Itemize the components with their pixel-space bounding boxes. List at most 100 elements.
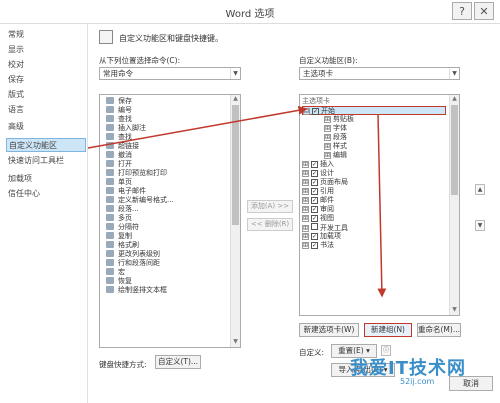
list-item[interactable]: 保存 bbox=[100, 97, 240, 106]
list-item[interactable]: 单页 bbox=[100, 178, 240, 187]
nav-item-language[interactable]: 语言 bbox=[8, 103, 24, 117]
tree-node-mailings[interactable]: ⊞ ✓ 邮件 bbox=[302, 196, 459, 205]
list-item[interactable]: 编号 bbox=[100, 106, 240, 115]
expand-icon[interactable]: ⊞ bbox=[324, 152, 331, 159]
expand-icon[interactable]: ⊞ bbox=[324, 143, 331, 150]
nav-item-general[interactable]: 常规 bbox=[8, 28, 24, 42]
ribbon-tree-scrollbar[interactable]: ▲ ▼ bbox=[449, 95, 459, 315]
checkbox-checked-icon[interactable]: ✓ bbox=[311, 188, 318, 195]
list-item[interactable]: 电子邮件 bbox=[100, 187, 240, 196]
move-down-icon[interactable]: ▼ bbox=[475, 220, 485, 231]
expand-icon[interactable]: ⊞ bbox=[324, 134, 331, 141]
list-item[interactable]: 超链接 bbox=[100, 142, 240, 151]
choose-commands-combo[interactable]: 常用命令 ▼ bbox=[99, 67, 241, 80]
checkbox-checked-icon[interactable]: ✓ bbox=[312, 108, 319, 115]
scroll-thumb[interactable] bbox=[232, 105, 239, 225]
nav-item-addins[interactable]: 加载项 bbox=[8, 172, 32, 186]
list-item[interactable]: 复制 bbox=[100, 232, 240, 241]
tree-node-design[interactable]: ⊞ ✓ 设计 bbox=[302, 169, 459, 178]
expand-icon[interactable]: ⊞ bbox=[302, 197, 309, 204]
checkbox-checked-icon[interactable]: ✓ bbox=[311, 179, 318, 186]
expand-icon[interactable]: ⊞ bbox=[302, 188, 309, 195]
scroll-down-icon[interactable]: ▼ bbox=[450, 306, 459, 315]
nav-item-display[interactable]: 显示 bbox=[8, 43, 24, 57]
add-button[interactable]: 添加(A) >> bbox=[247, 200, 293, 213]
tree-node-view[interactable]: ⊞ ✓ 视图 bbox=[302, 214, 459, 223]
scroll-down-icon[interactable]: ▼ bbox=[231, 338, 240, 347]
close-button[interactable]: ✕ bbox=[474, 2, 494, 20]
list-item[interactable]: 行和段落间距 bbox=[100, 259, 240, 268]
tree-node-developer[interactable]: ⊞ 开发工具 bbox=[302, 223, 459, 232]
commands-list[interactable]: 保存 编号 查找 插入脚注 查找 超链接 撤消 打开 打印预览和打印 单页 电子… bbox=[99, 94, 241, 348]
tree-node-addins[interactable]: ⊞ ✓ 加载项 bbox=[302, 232, 459, 241]
checkbox-checked-icon[interactable]: ✓ bbox=[311, 215, 318, 222]
ribbon-tabs-combo[interactable]: 主选项卡 ▼ bbox=[299, 67, 460, 80]
expand-icon[interactable]: ⊞ bbox=[302, 215, 309, 222]
tree-node-paragraph[interactable]: ⊞ 段落 bbox=[302, 133, 459, 142]
expand-icon[interactable]: ⊞ bbox=[302, 179, 309, 186]
expand-icon[interactable]: ⊞ bbox=[302, 206, 309, 213]
checkbox-unchecked-icon[interactable] bbox=[311, 223, 318, 230]
nav-item-save[interactable]: 保存 bbox=[8, 73, 24, 87]
expand-icon[interactable]: ⊞ bbox=[324, 116, 331, 123]
scroll-up-icon[interactable]: ▲ bbox=[231, 95, 240, 104]
list-item[interactable]: 宏 bbox=[100, 268, 240, 277]
checkbox-checked-icon[interactable]: ✓ bbox=[311, 170, 318, 177]
new-tab-button[interactable]: 新建选项卡(W) bbox=[299, 323, 359, 337]
help-button[interactable]: ? bbox=[452, 2, 472, 20]
rename-button[interactable]: 重命名(M)... bbox=[417, 323, 461, 337]
nav-item-trust-center[interactable]: 信任中心 bbox=[8, 187, 40, 201]
expand-icon[interactable]: ⊞ bbox=[302, 170, 309, 177]
nav-item-quick-access[interactable]: 快速访问工具栏 bbox=[8, 154, 64, 168]
nav-item-customize-ribbon[interactable]: 自定义功能区 bbox=[6, 138, 86, 152]
nav-item-proofing[interactable]: 校对 bbox=[8, 58, 24, 72]
customize-keyboard-button[interactable]: 自定义(T)... bbox=[155, 355, 201, 369]
expand-icon[interactable]: ⊞ bbox=[324, 125, 331, 132]
checkbox-checked-icon[interactable]: ✓ bbox=[311, 161, 318, 168]
tree-node-calligraphy[interactable]: ⊞ ✓ 书法 bbox=[302, 241, 459, 250]
tree-node-insert[interactable]: ⊞ ✓ 插入 bbox=[302, 160, 459, 169]
list-item[interactable]: 分隔符 bbox=[100, 223, 240, 232]
nav-item-advanced[interactable]: 高级 bbox=[8, 120, 24, 134]
list-item[interactable]: 撤消 bbox=[100, 151, 240, 160]
remove-button[interactable]: << 删除(R) bbox=[247, 218, 293, 231]
list-item[interactable]: 定义新编号格式... bbox=[100, 196, 240, 205]
tree-node-clipboard[interactable]: ⊞ 剪贴板 bbox=[302, 115, 459, 124]
tree-node-font[interactable]: ⊞ 字体 bbox=[302, 124, 459, 133]
list-item[interactable]: 段落... bbox=[100, 205, 240, 214]
tree-node-references[interactable]: ⊞ ✓ 引用 bbox=[302, 187, 459, 196]
scroll-up-icon[interactable]: ▲ bbox=[450, 95, 459, 104]
list-item[interactable]: 查找 bbox=[100, 133, 240, 142]
new-group-button[interactable]: 新建组(N) bbox=[364, 323, 412, 337]
checkbox-checked-icon[interactable]: ✓ bbox=[311, 206, 318, 213]
list-item[interactable]: 绘制竖排文本框 bbox=[100, 286, 240, 295]
expand-icon[interactable]: ⊞ bbox=[302, 225, 309, 232]
list-item[interactable]: 打印预览和打印 bbox=[100, 169, 240, 178]
nav-item-layout[interactable]: 版式 bbox=[8, 88, 24, 102]
tree-node-styles[interactable]: ⊞ 样式 bbox=[302, 142, 459, 151]
list-item[interactable]: 恢复 bbox=[100, 277, 240, 286]
list-item[interactable]: 更改列表级别 bbox=[100, 250, 240, 259]
ribbon-tree[interactable]: 主选项卡 ⊟ ✓ 开始 ⊞ 剪贴板 ⊞ 字体 ⊞ 段落 ⊞ 样式 ⊞ 编辑 ⊞ ✓ 插入 ⊞ ✓ 设计… bbox=[299, 94, 460, 316]
checkbox-checked-icon[interactable]: ✓ bbox=[311, 242, 318, 249]
expand-icon[interactable]: ⊞ bbox=[302, 233, 309, 240]
chevron-down-icon[interactable]: ▼ bbox=[230, 68, 240, 79]
chevron-down-icon[interactable]: ▼ bbox=[449, 68, 459, 79]
list-item[interactable]: 格式刷 bbox=[100, 241, 240, 250]
commands-scrollbar[interactable]: ▲ ▼ bbox=[230, 95, 240, 347]
checkbox-checked-icon[interactable]: ✓ bbox=[311, 233, 318, 240]
tree-node-home[interactable]: ⊟ ✓ 开始 bbox=[302, 106, 446, 115]
expand-icon[interactable]: ⊞ bbox=[302, 161, 309, 168]
tree-node-editing[interactable]: ⊞ 编辑 bbox=[302, 151, 459, 160]
expand-icon[interactable]: ⊞ bbox=[302, 242, 309, 249]
list-item[interactable]: 打开 bbox=[100, 160, 240, 169]
scroll-thumb[interactable] bbox=[451, 105, 458, 195]
list-item[interactable]: 查找 bbox=[100, 115, 240, 124]
checkbox-checked-icon[interactable]: ✓ bbox=[311, 197, 318, 204]
tree-node-page-layout[interactable]: ⊞ ✓ 页面布局 bbox=[302, 178, 459, 187]
move-up-icon[interactable]: ▲ bbox=[475, 184, 485, 195]
tree-node-review[interactable]: ⊞ ✓ 审阅 bbox=[302, 205, 459, 214]
list-item[interactable]: 多页 bbox=[100, 214, 240, 223]
list-item[interactable]: 插入脚注 bbox=[100, 124, 240, 133]
collapse-icon[interactable]: ⊟ bbox=[303, 108, 310, 115]
